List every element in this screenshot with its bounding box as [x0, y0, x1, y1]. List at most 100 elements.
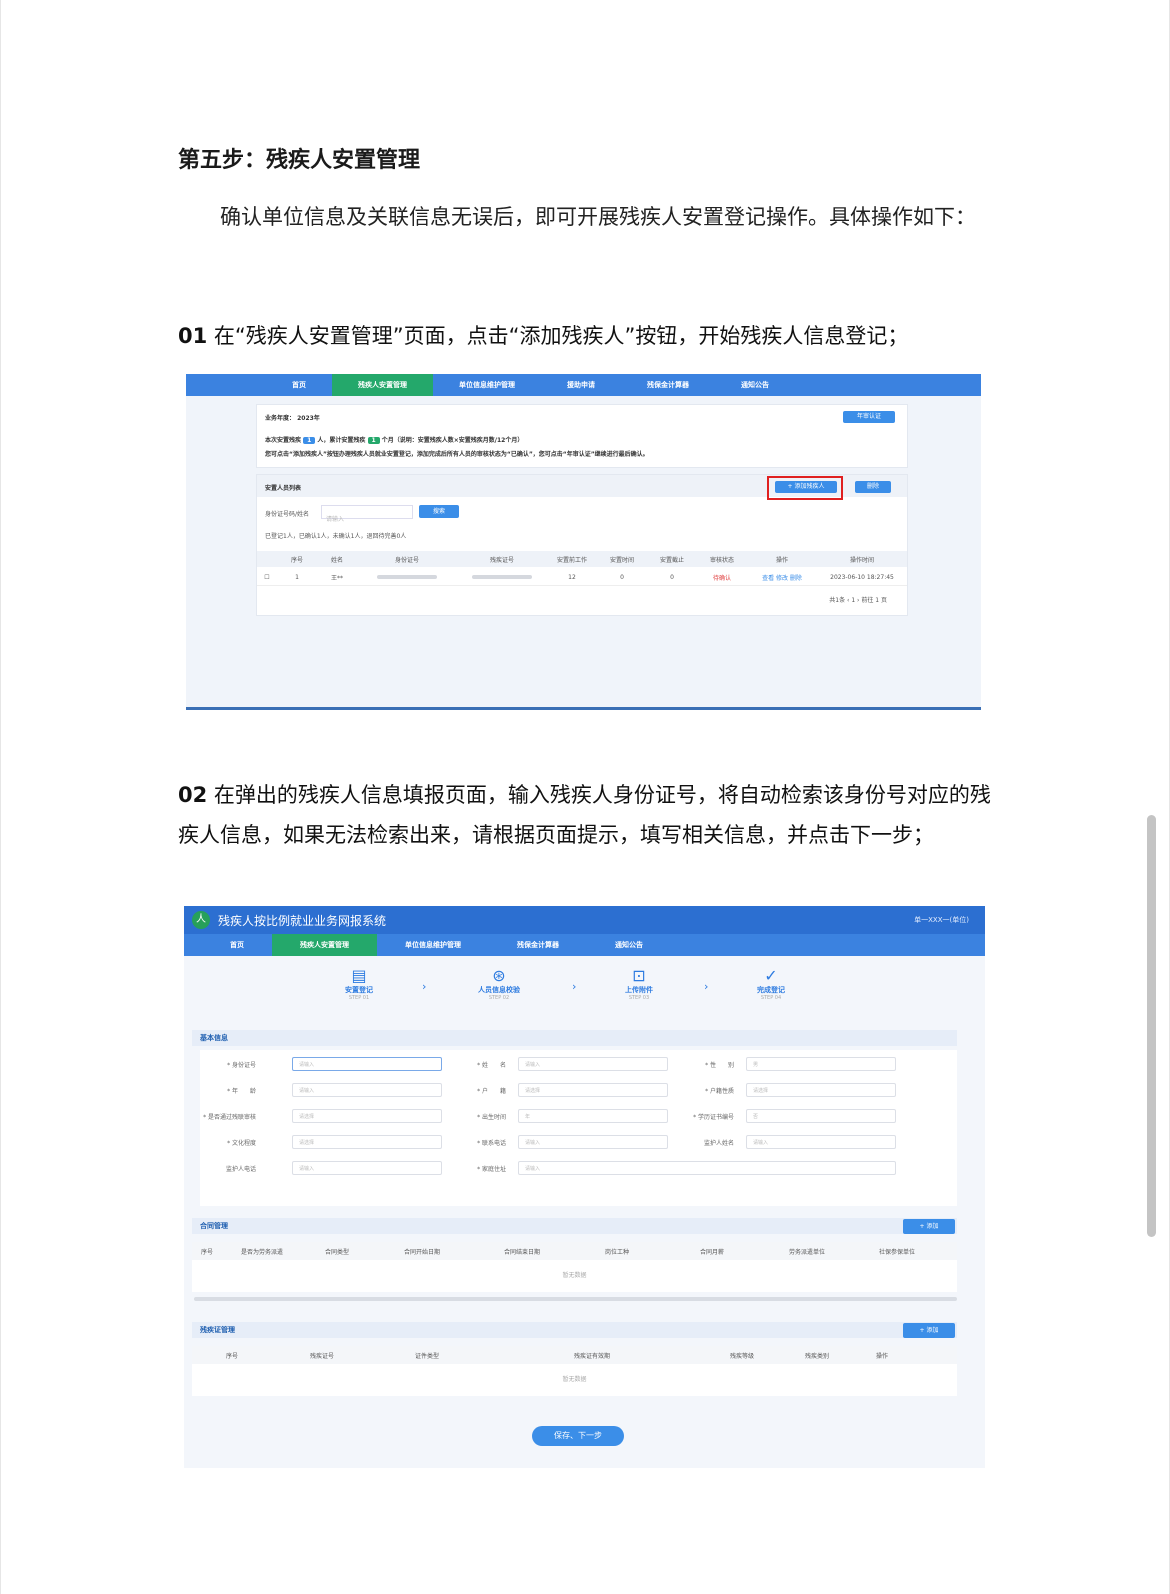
gender-label: * 性 别: [705, 1062, 734, 1069]
row-check[interactable]: ☐: [257, 574, 277, 581]
count-row: 本次安置残疾 1 人，累计安置残疾 1 个月（说明：安置残疾人数×安置残疾月数/…: [265, 435, 523, 444]
step-3: ⊡ 上传附件 STEP 03: [594, 966, 684, 1001]
list-title: 安置人员列表: [265, 485, 302, 492]
name-input[interactable]: 请输入: [518, 1057, 668, 1071]
stats-text: 已登记1人，已确认1人，未确认1人，退回待完善0人: [265, 533, 407, 540]
nav-calculator[interactable]: 残保金计算器: [621, 374, 715, 396]
birth-input[interactable]: 年: [518, 1109, 668, 1123]
step-02-desc: 在弹出的残疾人信息填报页面，输入残疾人身份证号，将自动检索该身份号对应的残疾人信…: [178, 783, 991, 847]
phone-label: * 联系电话: [477, 1140, 506, 1147]
huji-type-label: * 户籍性质: [705, 1088, 734, 1095]
review-select[interactable]: 请选择: [292, 1109, 442, 1123]
save-next-button[interactable]: 保存、下一步: [532, 1426, 624, 1446]
add-cert-button[interactable]: + 添加: [903, 1323, 955, 1338]
nav-notice[interactable]: 通知公告: [715, 374, 795, 396]
intro-paragraph: 确认单位信息及关联信息无误后，即可开展残疾人安置登记操作。具体操作如下：: [220, 205, 976, 229]
cert-col-category: 残疾类别: [804, 1352, 829, 1360]
step-01-desc: 在“残疾人安置管理”页面，点击“添加残疾人”按钮，开始残疾人信息登记；: [207, 324, 909, 348]
search-input[interactable]: 请输入: [321, 505, 413, 523]
col-action: 操作: [775, 556, 788, 564]
add-contract-button[interactable]: + 添加: [903, 1219, 955, 1234]
step-2-label: 人员信息校验: [478, 986, 520, 994]
nav2-home[interactable]: 首页: [202, 934, 272, 956]
col-name: 姓名: [330, 556, 343, 564]
row-time: 0: [620, 573, 624, 581]
top-nav: 首页 残疾人安置管理 单位信息维护管理 援助申请 残保金计算器 通知公告: [186, 374, 981, 396]
user-info[interactable]: 单一XXX一(单位): [914, 915, 969, 925]
huji-select[interactable]: 请选择: [518, 1083, 668, 1097]
review-label: * 是否通过残联审核: [203, 1114, 256, 1121]
highlight-box: [767, 476, 843, 500]
address-input[interactable]: 请输入: [518, 1161, 896, 1175]
nav2-notice[interactable]: 通知公告: [587, 934, 671, 956]
col-prev: 安置前工作: [556, 556, 587, 564]
row-name: 王**: [330, 574, 343, 582]
id-input[interactable]: 请输入: [292, 1057, 442, 1071]
col-cert: 残疾证号: [489, 556, 514, 564]
row-actions[interactable]: 查看 修改 删除: [747, 573, 817, 582]
education-label: * 文化程度: [227, 1140, 256, 1147]
gender-input[interactable]: 男: [746, 1057, 896, 1071]
cert-col-level: 残疾等级: [729, 1352, 754, 1360]
row-id-blurred: [357, 574, 457, 581]
nav2-unit-info[interactable]: 单位信息维护管理: [377, 934, 489, 956]
col-index: 序号: [290, 556, 303, 564]
col-id: 身份证号: [394, 556, 419, 564]
basic-info-bar: 基本信息: [192, 1030, 957, 1046]
ct-col-index: 序号: [200, 1248, 213, 1256]
scrollbar-thumb[interactable]: [1147, 815, 1156, 1237]
year-row: 业务年度： 2023年: [265, 413, 320, 422]
phone-input[interactable]: 请输入: [518, 1135, 668, 1149]
system-logo-icon: 人: [192, 911, 210, 929]
chevron-right-icon: ›: [572, 980, 577, 993]
upload-icon: ⊡: [632, 966, 646, 985]
ct-col-dispatch-unit: 劳务派遣单位: [788, 1248, 825, 1256]
system-header: 人 残疾人按比例就业业务网报系统 单一XXX一(单位): [184, 906, 985, 934]
nav-placement[interactable]: 残疾人安置管理: [332, 374, 433, 396]
table-header: 序号 姓名 身份证号 残疾证号 安置前工作 安置时间 安置截止 审核状态 操作 …: [257, 551, 907, 567]
nav-unit-info[interactable]: 单位信息维护管理: [433, 374, 541, 396]
row-optime: 2023-06-10 18:27:45: [830, 573, 894, 581]
table-row: ☐ 1 王** 12 0 0 待确认 查看 修改 删除 2023-06-10 1…: [257, 569, 907, 586]
search-button[interactable]: 搜索: [419, 505, 459, 518]
ct-col-type: 合同类型: [324, 1248, 349, 1256]
pagination[interactable]: 共1条 ‹ 1 › 前往 1 页: [829, 595, 887, 604]
step-1: ▤ 安置登记 STEP 01: [314, 966, 404, 1001]
nav-aid[interactable]: 援助申请: [541, 374, 621, 396]
contract-title: 合同管理: [200, 1222, 228, 1230]
edu-cert-input[interactable]: 否: [746, 1109, 896, 1123]
annual-review-button[interactable]: 年审认证: [843, 411, 895, 423]
clipboard-icon: ▤: [351, 966, 367, 985]
contract-table-header: 序号 是否为劳务派遣 合同类型 合同开始日期 合同结束日期 岗位工种 合同月薪 …: [192, 1242, 957, 1260]
col-optime: 操作时间: [849, 556, 874, 564]
notice-text: 您可点击“添加残疾人”按钮办理残疾人员就业安置登记，添加完成后所有人员的审核状态…: [265, 451, 649, 458]
col-time: 安置时间: [609, 556, 634, 564]
nav2-calculator[interactable]: 残保金计算器: [489, 934, 587, 956]
search-label: 身份证号码/姓名: [265, 511, 310, 518]
guardian-name-input[interactable]: 请输入: [746, 1135, 896, 1149]
ct-col-end: 合同结束日期: [503, 1248, 540, 1256]
edu-cert-label: * 学历证书编号: [693, 1114, 734, 1121]
nav2-placement[interactable]: 残疾人安置管理: [272, 934, 377, 956]
cert-table-header: 序号 残疾证号 证件类型 残疾证有效期 残疾等级 残疾类别 操作: [192, 1346, 957, 1364]
age-label: * 年 龄: [227, 1088, 256, 1095]
age-input[interactable]: 请输入: [292, 1083, 442, 1097]
delete-button[interactable]: 删除: [855, 481, 891, 493]
contract-empty: 暂无数据: [562, 1272, 587, 1279]
cert-bar: 残疾证管理: [192, 1322, 957, 1338]
chevron-right-icon: ›: [422, 980, 427, 993]
ct-col-dispatch: 是否为劳务派遣: [240, 1248, 283, 1256]
birth-label: * 出生时间: [477, 1114, 506, 1121]
ct-col-salary: 合同月薪: [699, 1248, 724, 1256]
horizontal-scrollbar[interactable]: [194, 1297, 957, 1301]
guardian-phone-input[interactable]: 请输入: [292, 1161, 442, 1175]
huji-type-select[interactable]: 请选择: [746, 1083, 896, 1097]
top-nav-2: 首页 残疾人安置管理 单位信息维护管理 残保金计算器 通知公告: [184, 934, 985, 956]
nav-home[interactable]: 首页: [266, 374, 332, 396]
row-end: 0: [670, 573, 674, 581]
count-badge-1: 1: [303, 437, 316, 444]
education-select[interactable]: 请选择: [292, 1135, 442, 1149]
search-placeholder: 请输入: [326, 516, 345, 523]
count-badge-2: 1: [367, 437, 380, 444]
list-card: 安置人员列表 + 添加残疾人 删除 身份证号码/姓名 请输入 搜索 已登记1人，…: [256, 474, 908, 616]
